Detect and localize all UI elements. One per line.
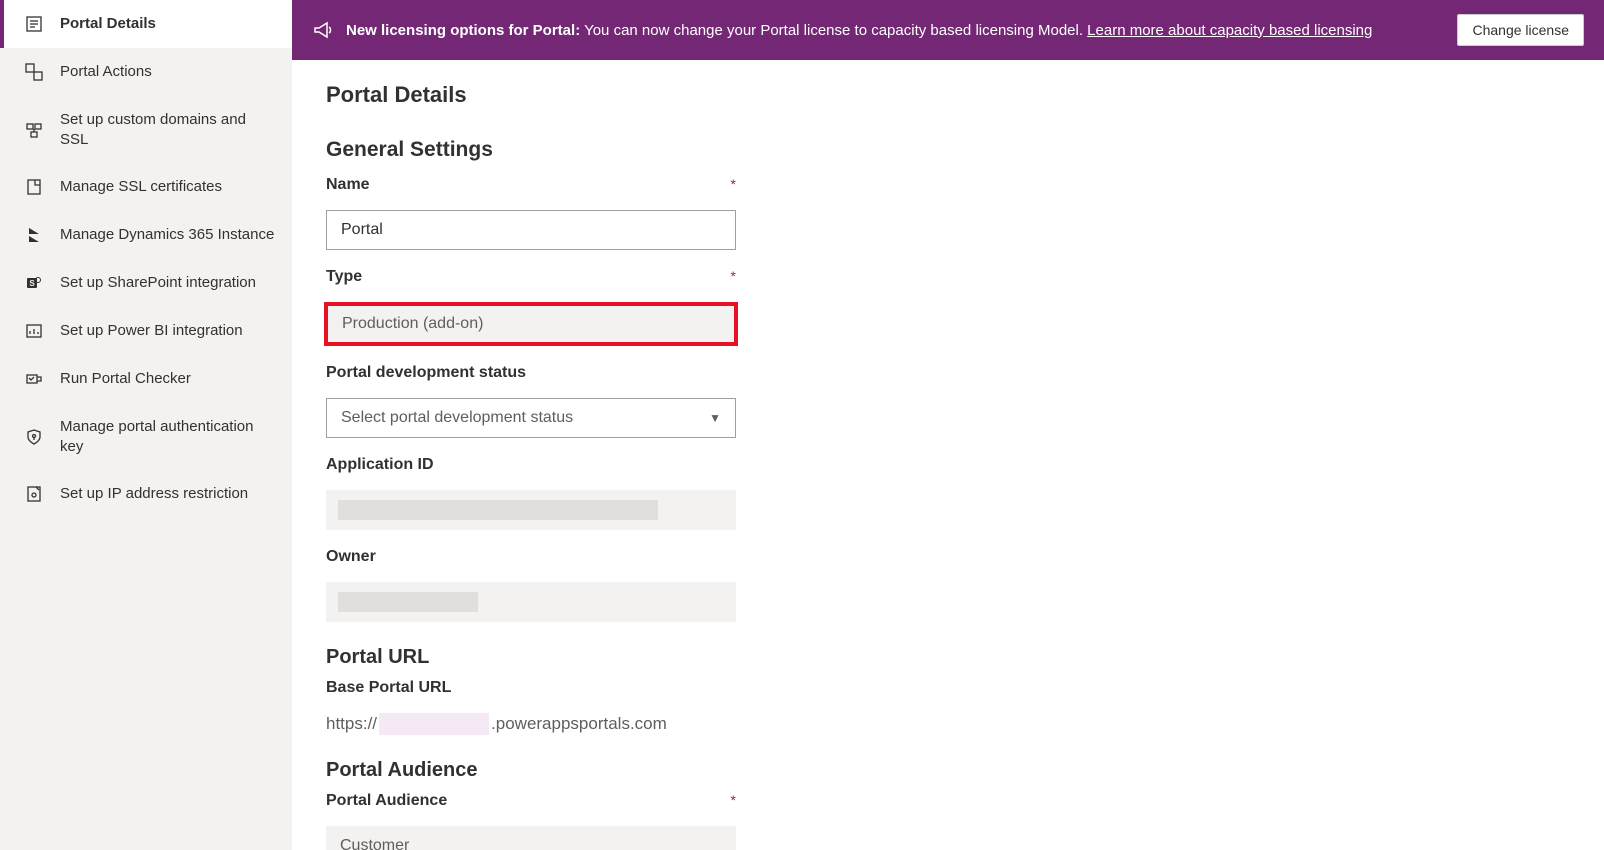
type-label: Type [326,268,362,286]
audience-value-box: Customer [326,826,736,850]
type-value: Production (add-on) [342,315,483,333]
audience-value: Customer [340,837,409,850]
field-audience: Portal Audience * Customer [326,792,1570,850]
chevron-down-icon: ▼ [709,411,721,425]
sidebar-item-portal-checker[interactable]: Run Portal Checker [0,355,292,403]
dev-status-select[interactable]: Select portal development status ▼ [326,398,736,438]
app-id-value [326,490,736,530]
sidebar-item-label: Set up IP address restriction [60,484,248,504]
field-dev-status: Portal development status Select portal … [326,364,1570,438]
detail-icon [24,14,44,34]
type-value-box: Production (add-on) [324,302,738,346]
dev-status-placeholder: Select portal development status [341,409,573,427]
required-marker: * [731,268,736,294]
sidebar: Portal Details Portal Actions Set up cus… [0,0,292,850]
required-marker: * [731,792,736,818]
sidebar-item-label: Run Portal Checker [60,369,191,389]
powerbi-icon [24,321,44,341]
dynamics-icon [24,225,44,245]
app-id-label: Application ID [326,456,434,474]
sidebar-item-label: Set up custom domains and SSL [60,110,276,149]
sharepoint-icon: S [24,273,44,293]
audience-label: Portal Audience [326,792,447,810]
sidebar-item-label: Set up SharePoint integration [60,273,256,293]
domain-icon [24,120,44,140]
page-title: Portal Details [326,82,1570,108]
sidebar-item-ssl-certificates[interactable]: Manage SSL certificates [0,163,292,211]
banner-link[interactable]: Learn more about capacity based licensin… [1087,22,1372,39]
licensing-banner: New licensing options for Portal: You ca… [292,0,1604,60]
base-url-label: Base Portal URL [326,679,451,697]
change-license-button[interactable]: Change license [1457,14,1584,46]
banner-plain: You can now change your Portal license t… [580,22,1087,39]
auth-icon [24,427,44,447]
sidebar-item-portal-actions[interactable]: Portal Actions [0,48,292,96]
required-marker: * [731,176,736,202]
sidebar-item-label: Set up Power BI integration [60,321,243,341]
main-area: New licensing options for Portal: You ca… [292,0,1604,850]
field-name: Name * [326,176,1570,250]
banner-bold: New licensing options for Portal: [346,22,580,39]
sidebar-item-ip-restriction[interactable]: Set up IP address restriction [0,470,292,518]
portal-audience-heading: Portal Audience [326,759,1570,782]
sidebar-item-dynamics-instance[interactable]: Manage Dynamics 365 Instance [0,211,292,259]
portal-url-heading: Portal URL [326,646,1570,669]
name-input[interactable] [326,210,736,250]
sidebar-item-label: Manage portal authentication key [60,417,276,456]
name-label: Name [326,176,370,194]
ip-icon [24,484,44,504]
checker-icon [24,369,44,389]
owner-label: Owner [326,548,376,566]
banner-text: New licensing options for Portal: You ca… [346,22,1445,39]
dev-status-label: Portal development status [326,364,526,382]
sidebar-item-portal-details[interactable]: Portal Details [0,0,292,48]
actions-icon [24,62,44,82]
field-base-url: Base Portal URL https:// .powerappsporta… [326,679,1570,735]
field-type: Type * Production (add-on) [326,268,1570,346]
sidebar-item-custom-domains[interactable]: Set up custom domains and SSL [0,96,292,163]
general-settings-heading: General Settings [326,138,1570,162]
sidebar-item-powerbi[interactable]: Set up Power BI integration [0,307,292,355]
base-url-value: https:// .powerappsportals.com [326,713,1570,735]
sidebar-item-label: Manage SSL certificates [60,177,222,197]
content: Portal Details General Settings Name * T… [292,60,1604,850]
field-owner: Owner [326,548,1570,622]
sidebar-item-sharepoint[interactable]: S Set up SharePoint integration [0,259,292,307]
megaphone-icon [312,19,334,41]
url-suffix: .powerappsportals.com [491,714,667,734]
owner-value [326,582,736,622]
sidebar-item-label: Manage Dynamics 365 Instance [60,225,274,245]
certificate-icon [24,177,44,197]
sidebar-item-label: Portal Details [60,14,156,34]
url-prefix: https:// [326,714,377,734]
sidebar-item-label: Portal Actions [60,62,152,82]
svg-text:S: S [29,279,35,288]
url-redacted [379,713,489,735]
sidebar-item-auth-key[interactable]: Manage portal authentication key [0,403,292,470]
field-application-id: Application ID [326,456,1570,530]
